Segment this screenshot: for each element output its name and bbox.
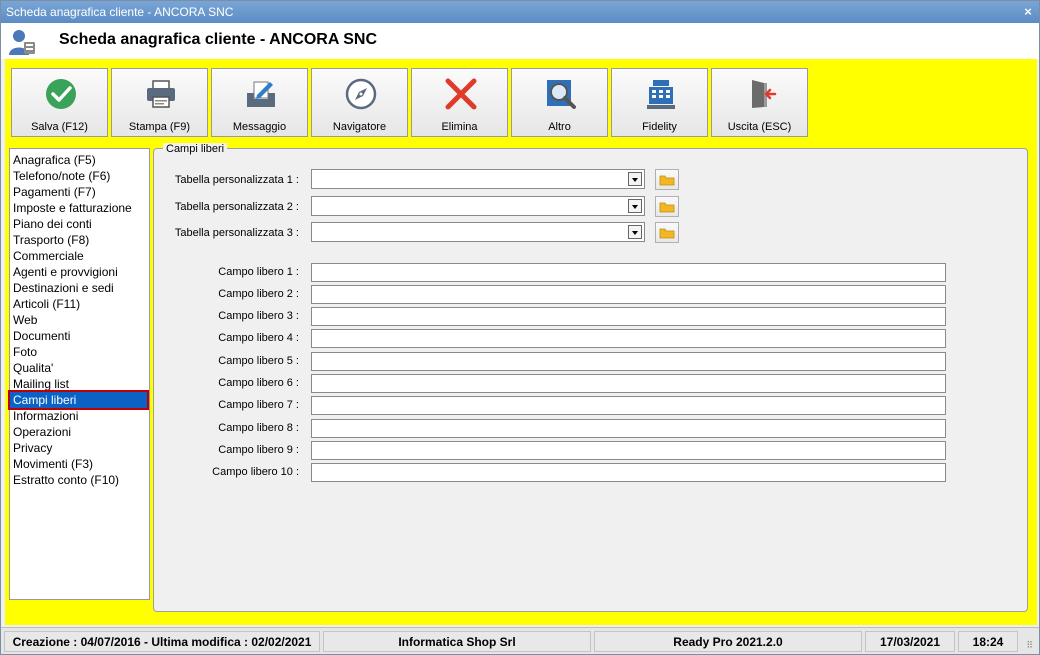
status-time: 18:24: [958, 631, 1018, 652]
search-icon: [547, 80, 576, 109]
status-dates: Creazione : 04/07/2016 - Ultima modifica…: [4, 631, 320, 652]
nav-item-imposte[interactable]: Imposte e fatturazione: [10, 200, 149, 216]
save-button[interactable]: Salva (F12): [11, 68, 108, 137]
title-bar[interactable]: Scheda anagrafica cliente - ANCORA SNC ×: [1, 1, 1039, 23]
nav-item-privacy[interactable]: Privacy: [10, 440, 149, 456]
delete-icon: [445, 78, 477, 110]
resize-grip-icon[interactable]: ⠿: [1026, 640, 1033, 651]
chevron-down-icon[interactable]: [628, 225, 642, 239]
message-label: Messaggio: [232, 121, 287, 133]
nav-item-web[interactable]: Web: [10, 312, 149, 328]
compass-icon: [345, 78, 377, 110]
section-list: Anagrafica (F5) Telefono/note (F6) Pagam…: [8, 148, 150, 600]
page-title: Scheda anagrafica cliente - ANCORA SNC: [59, 31, 378, 48]
application-window: Scheda anagrafica cliente - ANCORA SNC ×…: [0, 0, 1040, 655]
free-field-8-label: Campo libero 8 :: [218, 422, 299, 434]
panel-legend: Campi liberi: [163, 143, 228, 155]
message-icon: [247, 81, 275, 107]
table-3-browse-button[interactable]: [655, 222, 679, 243]
table-2-select[interactable]: [311, 196, 645, 216]
status-product: Ready Pro 2021.2.0: [594, 631, 862, 652]
free-field-10-label: Campo libero 10 :: [212, 466, 299, 478]
save-label: Salva (F12): [31, 121, 88, 133]
free-field-7-label: Campo libero 7 :: [218, 399, 299, 411]
nav-item-qualita[interactable]: Qualita': [10, 360, 149, 376]
free-field-3-label: Campo libero 3 :: [218, 310, 299, 322]
navigator-label: Navigatore: [332, 121, 387, 133]
window-title: Scheda anagrafica cliente - ANCORA SNC: [6, 5, 234, 19]
free-field-8-input[interactable]: [311, 419, 946, 438]
status-date: 17/03/2021: [865, 631, 955, 652]
free-field-4-label: Campo libero 4 :: [218, 332, 299, 344]
free-field-5-label: Campo libero 5 :: [218, 355, 299, 367]
navigator-button[interactable]: Navigatore: [311, 68, 408, 137]
free-field-5-input[interactable]: [311, 352, 946, 371]
nav-item-operazioni[interactable]: Operazioni: [10, 424, 149, 440]
free-field-2-label: Campo libero 2 :: [218, 288, 299, 300]
delete-label: Elimina: [441, 121, 478, 133]
free-field-10-input[interactable]: [311, 463, 946, 482]
free-field-6-input[interactable]: [311, 374, 946, 393]
free-field-9-label: Campo libero 9 :: [218, 444, 299, 456]
chevron-down-icon[interactable]: [628, 199, 642, 213]
close-icon[interactable]: ×: [1021, 5, 1035, 19]
free-field-9-input[interactable]: [311, 441, 946, 460]
check-icon: [46, 79, 76, 109]
nav-item-destinazioni[interactable]: Destinazioni e sedi: [10, 280, 149, 296]
nav-item-pagamenti[interactable]: Pagamenti (F7): [10, 184, 149, 200]
table-2-label: Tabella personalizzata 2 :: [174, 201, 299, 213]
status-company: Informatica Shop Srl: [323, 631, 591, 652]
free-field-4-input[interactable]: [311, 329, 946, 348]
folder-icon: [659, 175, 675, 186]
other-button[interactable]: Altro: [511, 68, 608, 137]
nav-item-anagrafica[interactable]: Anagrafica (F5): [10, 152, 149, 168]
exit-button[interactable]: Uscita (ESC): [711, 68, 808, 137]
table-1-browse-button[interactable]: [655, 169, 679, 190]
free-field-3-input[interactable]: [311, 307, 946, 326]
free-field-1-input[interactable]: [311, 263, 946, 282]
table-1-select[interactable]: [311, 169, 645, 189]
nav-item-movimenti[interactable]: Movimenti (F3): [10, 456, 149, 472]
nav-item-estratto-conto[interactable]: Estratto conto (F10): [10, 472, 149, 488]
folder-icon: [659, 228, 675, 239]
table-1-label: Tabella personalizzata 1 :: [174, 174, 299, 186]
free-field-2-input[interactable]: [311, 285, 946, 304]
nav-item-campi-liberi[interactable]: Campi liberi: [8, 390, 149, 410]
nav-item-piano-conti[interactable]: Piano dei conti: [10, 216, 149, 232]
nav-item-foto[interactable]: Foto: [10, 344, 149, 360]
printer-icon: [147, 80, 175, 108]
nav-item-trasporto[interactable]: Trasporto (F8): [10, 232, 149, 248]
cash-register-icon: [647, 80, 675, 109]
nav-item-telefono-note[interactable]: Telefono/note (F6): [10, 168, 149, 184]
nav-item-informazioni[interactable]: Informazioni: [10, 408, 149, 424]
other-label: Altro: [548, 121, 571, 133]
print-button[interactable]: Stampa (F9): [111, 68, 208, 137]
nav-item-documenti[interactable]: Documenti: [10, 328, 149, 344]
nav-item-mailing-list[interactable]: Mailing list: [10, 376, 149, 392]
folder-icon: [659, 202, 675, 213]
form-header: Scheda anagrafica cliente - ANCORA SNC: [1, 23, 1039, 59]
free-field-7-input[interactable]: [311, 396, 946, 415]
fidelity-button[interactable]: Fidelity: [611, 68, 708, 137]
free-field-6-label: Campo libero 6 :: [218, 377, 299, 389]
table-3-label: Tabella personalizzata 3 :: [174, 227, 299, 239]
chevron-down-icon[interactable]: [628, 172, 642, 186]
table-3-select[interactable]: [311, 222, 645, 242]
fidelity-label: Fidelity: [642, 121, 677, 133]
nav-item-commerciale[interactable]: Commerciale: [10, 248, 149, 264]
status-bar: Creazione : 04/07/2016 - Ultima modifica…: [1, 627, 1039, 654]
table-2-browse-button[interactable]: [655, 196, 679, 217]
nav-item-agenti[interactable]: Agenti e provvigioni: [10, 264, 149, 280]
exit-icon: [752, 80, 777, 108]
exit-label: Uscita (ESC): [727, 121, 792, 133]
delete-button[interactable]: Elimina: [411, 68, 508, 137]
message-button[interactable]: Messaggio: [211, 68, 308, 137]
nav-item-articoli[interactable]: Articoli (F11): [10, 296, 149, 312]
print-label: Stampa (F9): [128, 121, 191, 133]
free-field-1-label: Campo libero 1 :: [218, 266, 299, 278]
customer-icon: [9, 30, 35, 55]
